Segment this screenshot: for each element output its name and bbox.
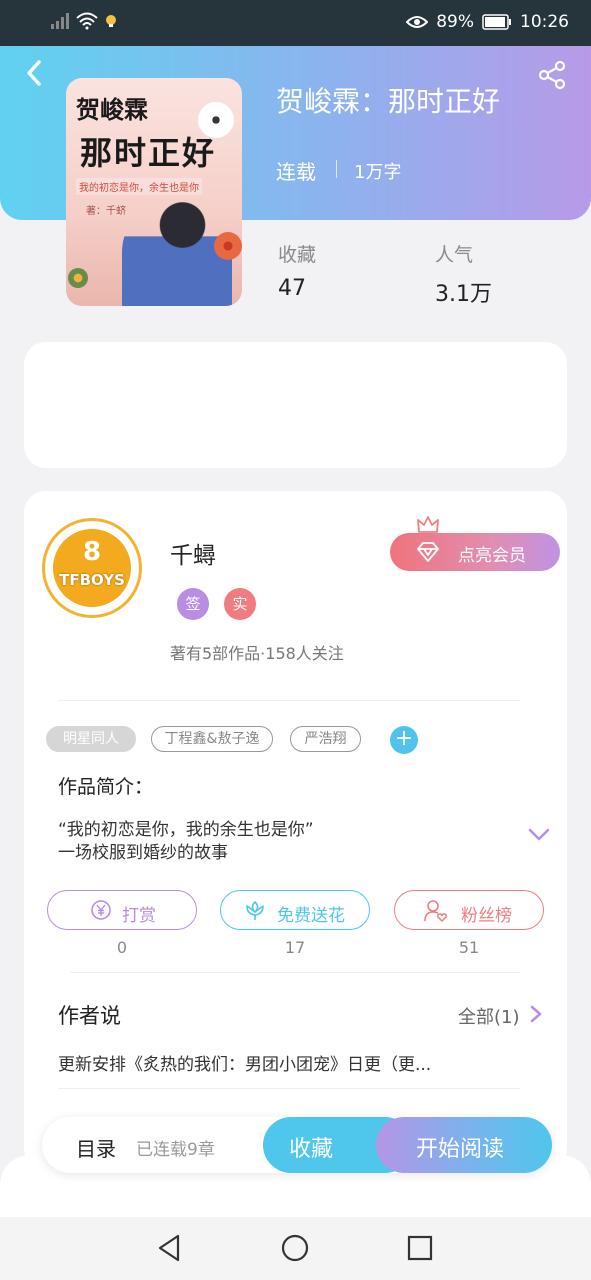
fan-ranking-button[interactable]: 粉丝榜 [394, 890, 544, 930]
author-meta: 著有5部作品·158人关注 [170, 644, 344, 663]
empty-card [24, 342, 567, 468]
book-title: 贺峻霖：那时正好 [276, 85, 501, 118]
signed-badge: 签 [177, 588, 209, 620]
cover-subtitle: 我的初恋是你，余生也是你 [76, 178, 202, 195]
send-flower-label: 免费送花 [277, 906, 345, 926]
tag-character[interactable]: 严浩翔 [290, 726, 361, 752]
cover-title-line1: 贺峻霖 [76, 96, 148, 124]
start-reading-button[interactable]: 开始阅读 [376, 1117, 552, 1173]
share-icon[interactable] [537, 60, 567, 90]
eye-icon [406, 16, 429, 28]
divider [58, 1088, 520, 1089]
battery-percent: 89% [436, 12, 474, 32]
author-name[interactable]: 千蟳 [170, 536, 216, 570]
wifi-icon [76, 12, 98, 30]
nav-recents-icon[interactable] [404, 1232, 436, 1264]
status-divider [336, 160, 337, 178]
stat-favorites-value: 47 [278, 276, 306, 301]
divider [58, 700, 520, 701]
back-icon[interactable] [20, 58, 50, 88]
stat-popularity-value: 3.1万 [435, 282, 492, 307]
stat-popularity-label: 人气 [435, 244, 474, 266]
word-count: 1万字 [354, 162, 402, 183]
avatar[interactable]: 8 TFBOYS [42, 518, 142, 618]
avatar-number: 8 [82, 537, 102, 567]
chapter-count[interactable]: 已连载9章 [136, 1135, 215, 1160]
toc-button[interactable]: 目录 [76, 1133, 116, 1162]
author-says-all-link[interactable]: 全部(1) [458, 1003, 520, 1029]
status-bar: 89% 10:26 [0, 0, 591, 46]
fan-ranking-label: 粉丝榜 [461, 906, 512, 926]
add-tag-button[interactable]: + [390, 726, 418, 754]
flower-icon [246, 901, 264, 920]
stat-favorites-label: 收藏 [278, 244, 317, 266]
divider [70, 972, 520, 973]
book-status: 连载 [276, 160, 316, 184]
avatar-text: TFBOYS [59, 571, 125, 589]
tip-count: 0 [116, 938, 128, 957]
book-cover[interactable]: 贺峻霖 那时正好 我的初恋是你，余生也是你 著：千蛴 [66, 78, 242, 306]
flower-decoration [214, 232, 242, 260]
start-reading-label: 开始阅读 [416, 1137, 505, 1162]
author-says-title: 作者说 [58, 1004, 121, 1028]
tip-label: 打赏 [122, 906, 156, 926]
send-flower-button[interactable]: 免费送花 [220, 890, 370, 930]
diamond-icon [417, 542, 439, 562]
clock: 10:26 [520, 12, 569, 32]
battery-icon [482, 14, 511, 30]
vip-button-label: 点亮会员 [458, 546, 526, 566]
yen-icon [91, 900, 111, 920]
tag-pairing[interactable]: 丁程鑫&敖子逸 [151, 726, 273, 752]
author-says-text[interactable]: 更新安排《炙热的我们：男团小团宠》日更（更... [58, 1050, 448, 1075]
vip-button[interactable]: 点亮会员 [390, 533, 560, 571]
flower-count: 17 [284, 938, 306, 957]
tip-button[interactable]: 打赏 [47, 890, 197, 930]
intro-line-2: 一场校服到婚纱的故事 [58, 843, 228, 863]
chevron-right-icon[interactable] [528, 1004, 544, 1024]
nav-home-icon[interactable] [279, 1232, 311, 1264]
nav-back-icon[interactable] [154, 1232, 186, 1264]
cover-title-line2: 那时正好 [80, 134, 217, 172]
fan-count: 51 [458, 938, 480, 957]
favorite-label: 收藏 [289, 1137, 334, 1162]
cover-flower-small [68, 268, 88, 288]
cover-author: 著：千蛴 [86, 206, 126, 217]
intro-line-1: “我的初恋是你，我的余生也是你” [58, 820, 314, 840]
verified-badge: 实 [224, 588, 256, 620]
notification-icon [106, 15, 116, 27]
intro-title: 作品简介： [58, 776, 154, 798]
signal-icon [51, 13, 69, 29]
chevron-down-icon[interactable] [528, 826, 550, 844]
tag-category[interactable]: 明星同人 [46, 726, 136, 752]
user-heart-icon [424, 900, 447, 923]
